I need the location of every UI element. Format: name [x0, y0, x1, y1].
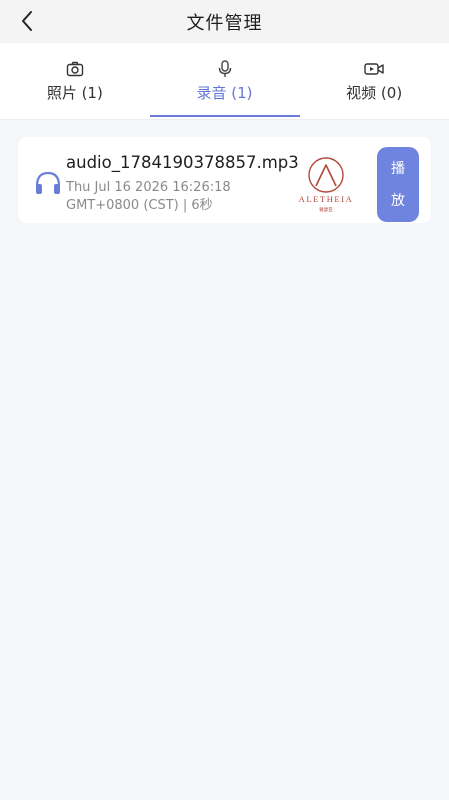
headphones-icon [35, 171, 61, 194]
tab-recordings[interactable]: 录音 (1) [149, 43, 300, 119]
file-meta: Thu Jul 16 2026 16:26:18 GMT+0800 (CST) … [66, 179, 246, 215]
play-label-1: 播 [391, 160, 405, 177]
page-title: 文件管理 [186, 12, 263, 34]
active-tab-indicator [149, 115, 300, 117]
svg-text:雅瑟亚: 雅瑟亚 [319, 206, 333, 213]
tab-videos-label: 视频 (0) [346, 83, 403, 102]
tab-photos-label: 照片 (1) [46, 83, 103, 102]
aletheia-logo: ALETHEIA 雅瑟亚 [299, 157, 354, 213]
file-date: Thu Jul 16 2026 16:26:18 [66, 180, 231, 195]
video-icon [364, 62, 384, 75]
microphone-icon [218, 59, 231, 77]
header-bar: 文件管理 [0, 0, 449, 43]
file-duration: GMT+0800 (CST) | 6秒 [66, 198, 213, 213]
tab-videos[interactable]: 视频 (0) [299, 43, 449, 119]
file-name: audio_1784190378857.mp3 [66, 153, 299, 172]
recording-card[interactable]: audio_1784190378857.mp3 Thu Jul 16 2026 … [18, 137, 431, 223]
back-button[interactable] [12, 6, 42, 36]
tab-bar: 照片 (1) 录音 (1) 视频 (0) [0, 43, 449, 120]
chevron-left-icon [22, 11, 32, 31]
play-button[interactable]: 播 放 [377, 147, 419, 222]
play-label-2: 放 [391, 192, 405, 209]
svg-text:ALETHEIA: ALETHEIA [299, 194, 354, 204]
tab-recordings-label: 录音 (1) [196, 83, 253, 102]
tab-photos[interactable]: 照片 (1) [0, 43, 150, 119]
camera-icon [66, 61, 84, 76]
